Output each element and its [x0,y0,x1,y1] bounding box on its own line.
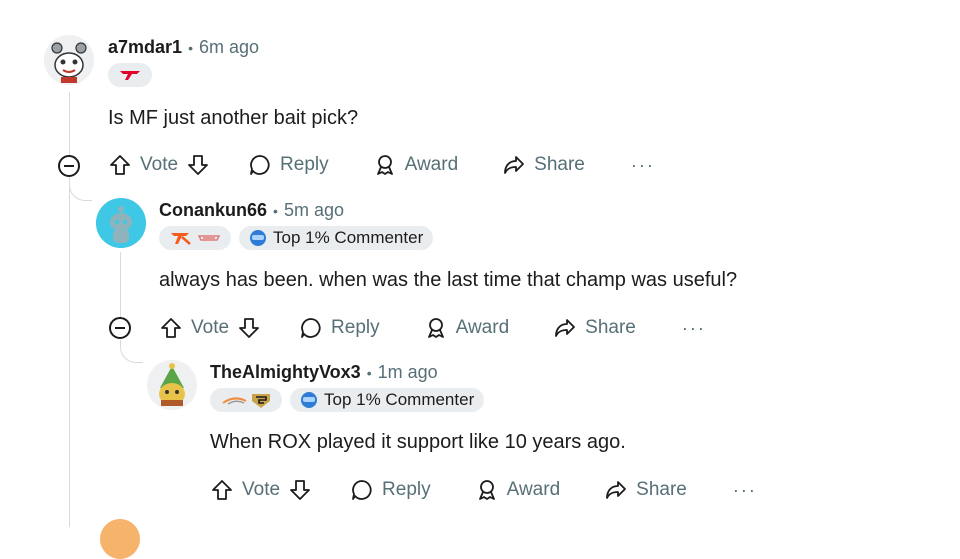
top-commenter-icon [250,230,266,246]
comment-meta: a7mdar1 • 6m ago [108,37,259,58]
upvote-icon[interactable] [159,316,183,340]
award-label: Award [404,154,459,175]
thread-branch-2 [120,340,143,363]
comment-actions: Vote Reply Award Share ··· [108,153,655,177]
vote-group: Vote [159,316,261,340]
team-flair [210,388,282,412]
username[interactable]: a7mdar1 [108,37,182,58]
reply-icon [250,155,270,175]
award-button[interactable]: Award [475,478,561,502]
collapse-icon [64,165,74,167]
comment-actions: Vote Reply Award Share ··· [159,316,706,340]
t1-logo-icon [120,71,140,80]
more-icon[interactable]: ··· [631,155,655,176]
comment-meta: Conankun66 • 5m ago [159,200,344,221]
snoo-avatar-icon [147,360,197,410]
comment-body: When ROX played it support like 10 years… [210,431,626,453]
username[interactable]: TheAlmightyVox3 [210,362,361,383]
next-comment-avatar[interactable] [100,519,140,559]
reply-label: Reply [331,317,380,338]
flair-label: Top 1% Commenter [324,390,475,409]
team-logos-icon [222,394,270,408]
avatar[interactable] [44,35,94,85]
downvote-icon[interactable] [237,316,261,340]
downvote-icon[interactable] [288,478,312,502]
share-button[interactable]: Share [553,316,636,340]
vote-group: Vote [210,478,312,502]
top-commenter-icon [301,392,317,408]
flair-row [108,63,152,87]
share-label: Share [636,479,687,500]
flair-row: Top 1% Commenter [210,388,485,412]
award-label: Award [506,479,561,500]
snoo-avatar-icon [44,35,94,85]
team-flair [108,63,152,87]
upvote-icon[interactable] [210,478,234,502]
flair-row: Top 1% Commenter [159,226,434,250]
collapse-button[interactable] [58,155,80,177]
share-icon [606,481,627,499]
award-icon [478,480,495,500]
reply-label: Reply [382,479,431,500]
vote-group: Vote [108,153,210,177]
reply-icon [352,480,372,500]
share-icon [504,156,525,174]
reply-label: Reply [280,154,329,175]
collapse-icon [115,327,125,329]
share-icon [555,319,576,337]
comment-actions: Vote Reply Award Share ··· [210,478,757,502]
team-logos-icon [171,233,221,245]
timestamp[interactable]: 6m ago [199,37,259,58]
username[interactable]: Conankun66 [159,200,267,221]
team-flair [159,226,231,250]
more-icon[interactable]: ··· [733,480,757,501]
thread-branch-1 [69,178,92,201]
award-icon [376,155,393,175]
avatar[interactable] [147,360,197,410]
share-label: Share [585,317,636,338]
reply-button[interactable]: Reply [248,153,329,177]
award-icon [427,318,444,338]
top-commenter-badge: Top 1% Commenter [239,226,434,250]
award-label: Award [455,317,510,338]
timestamp[interactable]: 1m ago [378,362,438,383]
timestamp[interactable]: 5m ago [284,200,344,221]
downvote-icon[interactable] [186,153,210,177]
separator-dot: • [188,40,193,56]
award-button[interactable]: Award [424,316,510,340]
thread-rail-2 [120,252,121,322]
separator-dot: • [366,365,372,381]
avatar[interactable] [96,198,146,248]
share-button[interactable]: Share [502,153,585,177]
top-commenter-badge: Top 1% Commenter [290,388,485,412]
vote-label: Vote [140,154,179,175]
flair-label: Top 1% Commenter [273,228,424,247]
share-button[interactable]: Share [604,478,687,502]
comment-body: Is MF just another bait pick? [108,107,359,129]
reply-icon [301,318,321,338]
comment-meta: TheAlmightyVox3 • 1m ago [210,362,438,383]
upvote-icon[interactable] [108,153,132,177]
snoo-avatar-icon [96,198,146,248]
share-label: Share [534,154,585,175]
reply-button[interactable]: Reply [299,316,380,340]
award-button[interactable]: Award [373,153,459,177]
more-icon[interactable]: ··· [682,318,706,339]
comment-body: always has been. when was the last time … [159,269,738,291]
collapse-button[interactable] [109,317,131,339]
separator-dot: • [273,203,278,219]
vote-label: Vote [242,479,281,500]
reply-button[interactable]: Reply [350,478,431,502]
vote-label: Vote [191,317,230,338]
